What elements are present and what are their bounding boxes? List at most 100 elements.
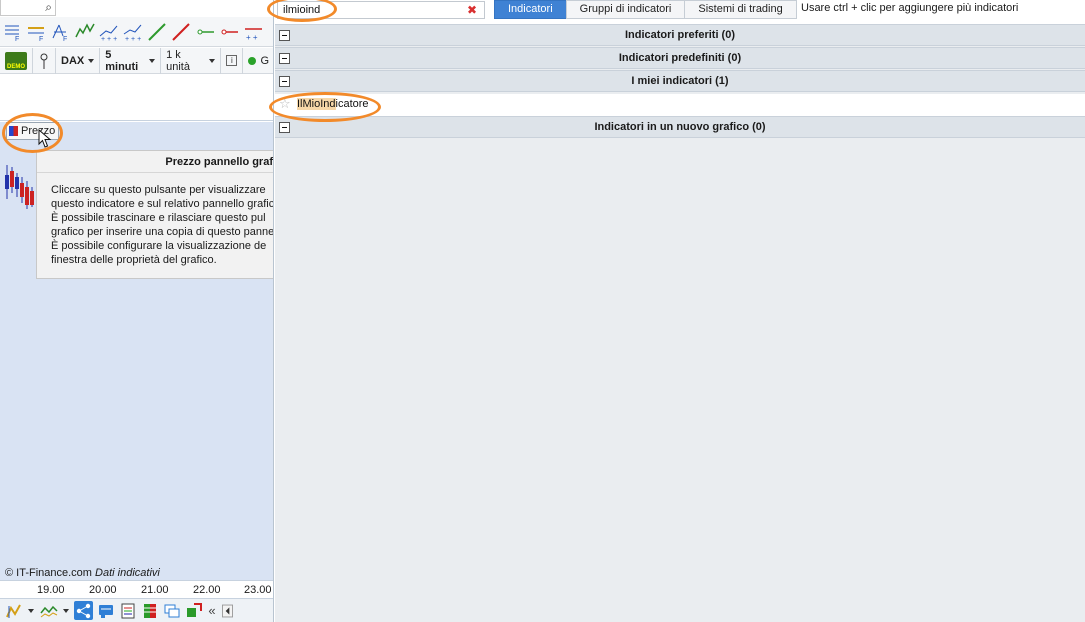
indicator-top-bar: ✖ Indicatori Gruppi di indicatori Sistem… xyxy=(275,0,1085,24)
timeframe-label: 5 minuti xyxy=(105,48,139,73)
tooltip-line: Cliccare su questo pulsante per visualiz… xyxy=(51,184,266,196)
candle xyxy=(25,187,29,205)
chart-toolbar: DEMO DAX 5 minuti 1 k unità i G xyxy=(0,47,273,74)
tooltip-line: questo indicatore e sul relativo pannell… xyxy=(51,198,274,210)
indicator-name: IlMioIndicatore xyxy=(297,98,369,110)
time-tick: 21.00 xyxy=(141,584,169,596)
bottom-toolbar: « xyxy=(0,598,273,622)
chart-search-box[interactable]: ⌕ xyxy=(0,0,56,16)
share-icon[interactable] xyxy=(74,601,93,620)
tooltip-body: Cliccare su questo pulsante per visualiz… xyxy=(37,173,274,267)
section-favorites[interactable]: Indicatori preferiti (0) xyxy=(275,24,1085,46)
candle xyxy=(20,183,24,197)
tab-sistemi-di-trading[interactable]: Sistemi di trading xyxy=(684,0,797,19)
line-red-icon[interactable] xyxy=(170,21,191,43)
trend-points-icon[interactable]: + + + xyxy=(98,21,119,43)
units-label: 1 k unità xyxy=(166,48,190,73)
elliott-wave-icon[interactable] xyxy=(74,21,95,43)
chart-style-dropdown[interactable] xyxy=(26,601,36,620)
time-tick: 19.00 xyxy=(37,584,65,596)
chevron-down-icon xyxy=(28,608,34,613)
pin-icon xyxy=(40,53,48,69)
time-axis: 19.00 20.00 21.00 22.00 23.00 xyxy=(0,580,273,598)
mouse-cursor-icon xyxy=(38,129,52,148)
section-title: Indicatori preferiti (0) xyxy=(624,29,736,41)
horizontal-line-green-icon[interactable] xyxy=(194,21,215,43)
fibonacci-fan-icon[interactable]: F xyxy=(50,21,71,43)
tooltip-line: È possibile configurare la visualizzazio… xyxy=(51,240,267,252)
drawing-toolbar: F F F + + + + + + + + xyxy=(0,17,273,47)
status-dot-icon xyxy=(248,56,257,65)
chart-style-icon[interactable] xyxy=(4,601,23,620)
price-panel-icon xyxy=(9,126,18,136)
tab-indicatori[interactable]: Indicatori xyxy=(494,0,567,19)
svg-text:F: F xyxy=(63,36,67,42)
fibonacci-retracement-icon[interactable]: F xyxy=(2,21,23,43)
scroll-left-button[interactable] xyxy=(221,601,233,620)
fibonacci-levels-icon[interactable]: F xyxy=(26,21,47,43)
search-icon[interactable]: ⌕ xyxy=(45,0,52,15)
candle xyxy=(10,171,14,187)
svg-text:+ + +: + + + xyxy=(125,36,141,42)
section-title: I miei indicatori (1) xyxy=(631,75,729,87)
prezzo-tooltip: Prezzo pannello graf Cliccare su questo … xyxy=(36,150,274,279)
list-item-ilmioindicatore[interactable]: ☆ IlMioIndicatore xyxy=(275,94,1085,116)
section-title: Indicatori predefiniti (0) xyxy=(618,52,742,64)
credit-note: Dati indicativi xyxy=(95,567,160,579)
line-green-icon[interactable] xyxy=(146,21,167,43)
units-select[interactable]: 1 k unità xyxy=(161,47,222,74)
trade-icon[interactable] xyxy=(184,601,203,620)
instrument-select[interactable]: DAX xyxy=(56,47,101,74)
report-icon[interactable] xyxy=(118,601,137,620)
tooltip-line: È possibile trascinare e rilasciare ques… xyxy=(51,212,266,224)
trend-points-alt-icon[interactable]: + + + xyxy=(122,21,143,43)
windows-icon[interactable] xyxy=(162,601,181,620)
candle xyxy=(5,175,9,189)
indicator-dropdown[interactable] xyxy=(61,601,71,620)
svg-text:+ +: + + xyxy=(246,33,258,42)
credit-source: © IT-Finance.com xyxy=(5,567,92,579)
time-tick: 20.00 xyxy=(89,584,117,596)
indicator-tabs: Indicatori Gruppi di indicatori Sistemi … xyxy=(494,0,797,19)
chevron-down-icon xyxy=(88,58,95,63)
tooltip-line: grafico per inserire una copia di questo… xyxy=(51,226,274,238)
indicator-name-rest: icatore xyxy=(335,98,369,110)
order-book-icon[interactable] xyxy=(140,601,159,620)
clear-search-icon[interactable]: ✖ xyxy=(467,3,477,17)
candle xyxy=(30,191,34,205)
svg-text:+ + +: + + + xyxy=(101,36,117,42)
chevron-down-icon xyxy=(209,58,216,63)
indicator-search-input[interactable] xyxy=(277,1,485,19)
horizontal-lines-icon[interactable]: + + xyxy=(242,21,263,43)
chevron-down-icon xyxy=(149,58,156,63)
search-match-highlight: IlMioInd xyxy=(297,98,336,110)
candle xyxy=(15,177,19,189)
horizontal-line-red-icon[interactable] xyxy=(218,21,239,43)
svg-text:F: F xyxy=(15,36,19,42)
demo-badge[interactable]: DEMO xyxy=(0,47,33,74)
demo-icon: DEMO xyxy=(5,51,27,70)
favorite-star-icon[interactable]: ☆ xyxy=(279,96,291,112)
section-my-indicators[interactable]: I miei indicatori (1) xyxy=(275,70,1085,92)
data-credit: © IT-Finance.com Dati indicativi xyxy=(5,567,160,579)
instrument-label: DAX xyxy=(61,54,85,67)
section-new-chart[interactable]: Indicatori in un nuovo grafico (0) xyxy=(275,116,1085,138)
info-button[interactable]: i xyxy=(221,47,244,74)
section-title: Indicatori in un nuovo grafico (0) xyxy=(594,121,766,133)
tooltip-title: Prezzo pannello graf xyxy=(37,151,273,173)
svg-text:F: F xyxy=(39,36,43,42)
status-letter: G xyxy=(260,54,269,67)
timeframe-select[interactable]: 5 minuti xyxy=(100,47,162,74)
indicator-panel: ✖ Indicatori Gruppi di indicatori Sistem… xyxy=(267,0,1085,622)
section-predefined[interactable]: Indicatori predefiniti (0) xyxy=(275,47,1085,69)
chevron-down-icon xyxy=(63,608,69,613)
chart-settings-button[interactable] xyxy=(33,47,56,74)
indicator-chart-icon[interactable] xyxy=(39,601,58,620)
multi-select-hint: Usare ctrl + clic per aggiungere più ind… xyxy=(801,2,1019,14)
tab-gruppi-di-indicatori[interactable]: Gruppi di indicatori xyxy=(565,0,686,19)
chart-header-area xyxy=(0,75,273,121)
collapse-toolbar-button[interactable]: « xyxy=(206,601,218,620)
tooltip-line: finestra delle proprietà del grafico. xyxy=(51,254,217,266)
info-icon: i xyxy=(226,55,238,66)
comment-icon[interactable] xyxy=(96,601,115,620)
